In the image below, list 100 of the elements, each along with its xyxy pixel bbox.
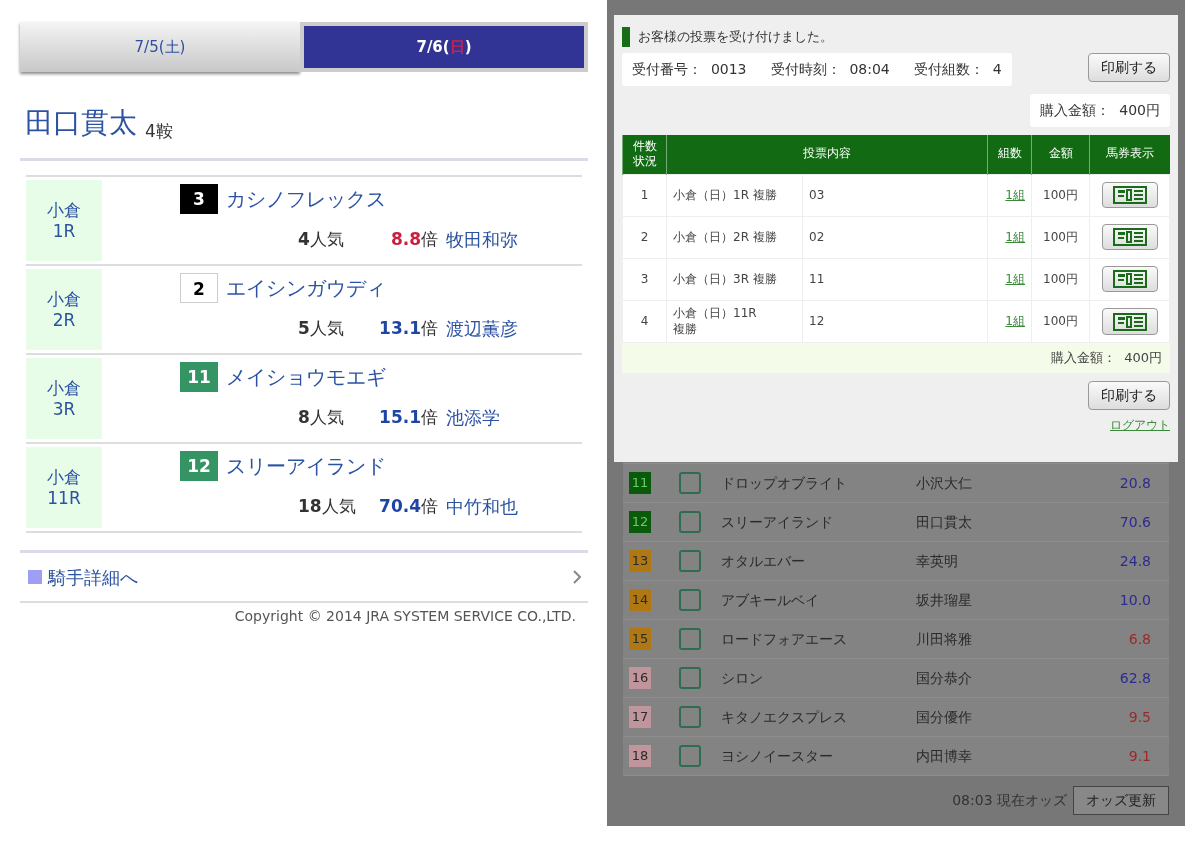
table-cell: 100円 [1031, 300, 1090, 343]
rider-name[interactable]: 中竹和也 [446, 493, 518, 520]
checkbox[interactable] [679, 706, 701, 728]
table-cell: 03 [802, 174, 988, 217]
ticket-view-button[interactable] [1101, 308, 1158, 335]
rider-name: 内田博幸 [916, 746, 972, 766]
odds: 70.6 [1119, 512, 1151, 532]
table-cell: 100円 [1031, 258, 1090, 301]
print-button[interactable]: 印刷する [1088, 52, 1170, 82]
receipt-info: 受付番号： 0013 [632, 59, 747, 79]
frame-number-badge: 16 [629, 667, 651, 689]
race-label-text: 小倉 [46, 378, 82, 399]
frame-number-badge: 11 [629, 472, 651, 494]
table-cell: 4 [622, 300, 667, 343]
race-label-text: 小倉 [46, 467, 82, 488]
horse-name: ドロップオブライト [721, 473, 848, 493]
table-cell: 3 [622, 258, 667, 301]
table-cell: 小倉（日）11R 複勝 [666, 300, 803, 343]
horse-name: スリーアイランド [721, 512, 834, 532]
combination-link[interactable]: 1組 [1005, 188, 1025, 203]
horse-name[interactable]: カシノフレックス [226, 184, 386, 214]
odds: 13.1倍 [379, 316, 438, 340]
rider-name[interactable]: 渡辺薫彦 [446, 315, 518, 342]
odds: 9.5 [1128, 707, 1151, 727]
popularity: 18人気 [298, 494, 357, 518]
popularity: 4人気 [298, 227, 345, 251]
square-icon [28, 570, 42, 584]
race-label-text: 3R [51, 398, 77, 419]
odds: 6.8 [1128, 629, 1151, 649]
popularity: 8人気 [298, 405, 345, 429]
rider-name: 田口貫太 [916, 512, 972, 532]
horse-number-badge: 3 [180, 184, 218, 214]
date-tab[interactable]: 7/5(土) [20, 22, 300, 72]
frame-number-badge: 13 [629, 550, 651, 572]
odds: 9.1 [1128, 746, 1151, 766]
rider-name[interactable]: 牧田和弥 [446, 226, 518, 253]
combination-link[interactable]: 1組 [1005, 272, 1025, 287]
ticket-view-button[interactable] [1101, 223, 1158, 251]
column-header: 組数 [987, 134, 1032, 175]
odds: 20.8 [1119, 473, 1151, 493]
horse-name: アブキールベイ [721, 590, 820, 610]
print-button[interactable]: 印刷する [1088, 380, 1170, 410]
horse-number-badge: 2 [180, 273, 218, 303]
odds: 70.4倍 [379, 494, 438, 518]
copyright: Copyright © 2014 JRA SYSTEM SERVICE CO.,LTD. [233, 607, 577, 626]
table-cell: 12 [802, 300, 988, 343]
column-header: 金額 [1031, 134, 1090, 175]
table-cell: 小倉（日）2R 複勝 [666, 216, 803, 259]
rider-name: 坂井瑠星 [916, 590, 972, 610]
checkbox[interactable] [679, 550, 701, 572]
race-label-text: 1R [51, 220, 77, 241]
column-header: 件数状況 [622, 134, 667, 175]
checkbox[interactable] [679, 667, 701, 689]
horse-name[interactable]: メイショウモエギ [226, 362, 386, 392]
table-cell: 11 [802, 258, 988, 301]
table-cell: 小倉（日）3R 複勝 [666, 258, 803, 301]
logout-link[interactable]: ログアウト [1110, 415, 1170, 434]
frame-number-badge: 17 [629, 706, 651, 728]
race-label-text: 小倉 [46, 200, 82, 221]
combination-link[interactable]: 1組 [1005, 230, 1025, 245]
odds: 24.8 [1119, 551, 1151, 571]
jockey-detail-link[interactable]: 騎手詳細へ [48, 563, 138, 591]
horse-number-badge: 12 [180, 451, 218, 481]
frame-number-badge: 15 [629, 628, 651, 650]
total-amount: 購入金額： 400円 [1030, 93, 1170, 127]
rider-name[interactable]: 池添学 [446, 404, 500, 431]
horse-name: オタルエバー [721, 551, 806, 571]
rider-name: 小沢大仁 [916, 473, 972, 493]
horse-name[interactable]: スリーアイランド [226, 451, 386, 481]
date-tab[interactable]: 7/6(日) [300, 22, 588, 72]
update-odds-button[interactable]: オッズ更新 [1073, 786, 1169, 815]
checkbox[interactable] [679, 628, 701, 650]
checkbox[interactable] [679, 472, 701, 494]
odds: 10.0 [1119, 590, 1151, 610]
table-cell: 100円 [1031, 174, 1090, 217]
race-label-text: 2R [51, 309, 77, 330]
column-header: 投票内容 [666, 134, 988, 175]
rider-name: 幸英明 [916, 551, 958, 571]
odds: 8.8倍 [390, 227, 438, 251]
popularity: 5人気 [298, 316, 345, 340]
ticket-view-button[interactable] [1101, 265, 1158, 293]
checkbox[interactable] [679, 745, 701, 767]
ride-count: 4鞍 [145, 119, 173, 143]
race-label-text: 11R [46, 487, 82, 508]
rider-name: 川田将雅 [916, 629, 972, 649]
receipt-info: 受付時刻： 08:04 [770, 59, 890, 79]
chevron-right-icon[interactable] [572, 569, 582, 585]
checkbox[interactable] [679, 511, 701, 533]
frame-number-badge: 12 [629, 511, 651, 533]
ticket-view-button[interactable] [1101, 181, 1158, 209]
table-cell: 1 [622, 174, 667, 217]
horse-number-badge: 11 [180, 362, 218, 392]
rider-name: 国分優作 [916, 707, 972, 727]
frame-number-badge: 18 [629, 745, 651, 767]
horse-name: ヨシノイースター [721, 746, 834, 766]
receipt-info: 受付組数： 4 [913, 59, 1002, 79]
column-header: 馬券表示 [1089, 134, 1170, 175]
combination-link[interactable]: 1組 [1005, 314, 1025, 329]
checkbox[interactable] [679, 589, 701, 611]
horse-name[interactable]: エイシンガウディ [226, 273, 386, 303]
